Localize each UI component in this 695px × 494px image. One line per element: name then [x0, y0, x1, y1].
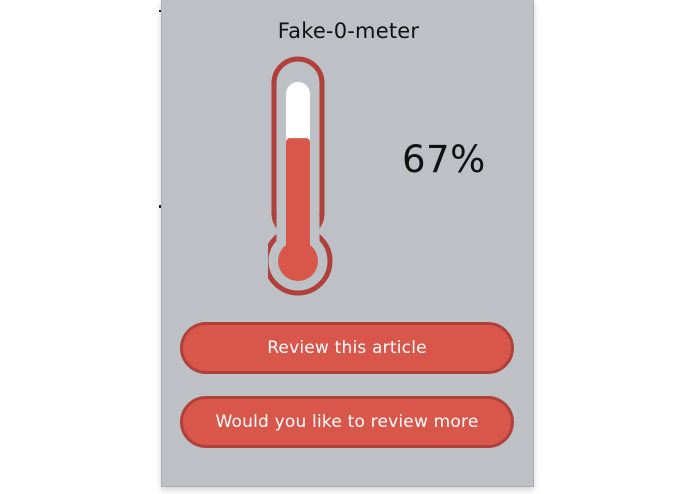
fake-percentage: 67%: [402, 138, 486, 181]
review-more-button[interactable]: Would you like to review more: [180, 396, 514, 448]
extension-popup: Fake-0-meter 67% Review this article Wou…: [161, 0, 534, 487]
thermometer-level-fill: [286, 138, 310, 252]
review-article-button[interactable]: Review this article: [180, 322, 514, 374]
thermometer-bulb-fill: [278, 241, 318, 281]
thermometer-icon: [268, 56, 333, 296]
meter-title: Fake-0-meter: [277, 19, 420, 43]
page: Fake-0-meter 67% Review this article Wou…: [0, 0, 695, 494]
